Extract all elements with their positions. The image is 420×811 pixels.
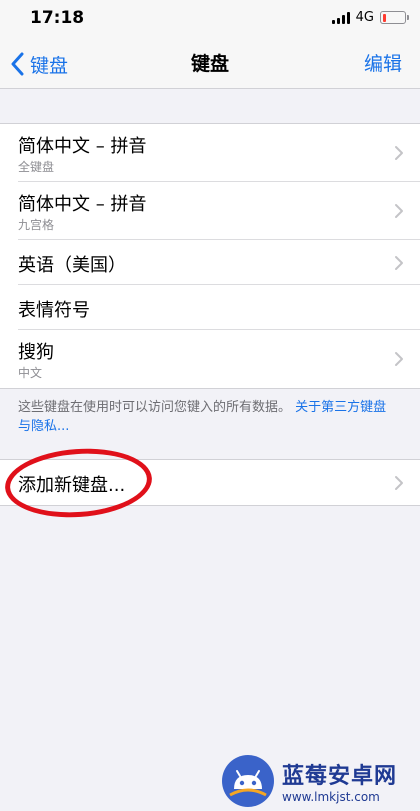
watermark: 蓝莓安卓网 www.lmkjst.com bbox=[222, 753, 420, 809]
status-time: 17:18 bbox=[30, 8, 85, 28]
watermark-name: 蓝莓安卓网 bbox=[282, 764, 398, 789]
keyboard-title: 表情符号 bbox=[18, 300, 90, 321]
chevron-right-icon bbox=[395, 475, 403, 490]
page-title: 键盘 bbox=[190, 53, 229, 75]
keyboard-title: 简体中文 – 拼音 bbox=[18, 194, 147, 215]
chevron-right-icon bbox=[395, 352, 403, 366]
chevron-right-icon bbox=[395, 204, 403, 218]
network-label: 4G bbox=[355, 10, 374, 25]
edit-button[interactable]: 编辑 bbox=[364, 40, 402, 88]
keyboard-subtitle: 全键盘 bbox=[18, 160, 55, 174]
android-logo-icon bbox=[222, 755, 274, 807]
keyboard-title: 简体中文 – 拼音 bbox=[18, 136, 147, 157]
signal-icon bbox=[331, 11, 350, 24]
keyboard-list: 简体中文 – 拼音 全键盘 简体中文 – 拼音 九宫格 英语（美国） 表情符号 … bbox=[0, 123, 420, 389]
keyboard-subtitle: 中文 bbox=[18, 366, 43, 380]
keyboard-row-pinyin-9key[interactable]: 简体中文 – 拼音 九宫格 bbox=[0, 182, 420, 240]
status-bar: 17:18 4G bbox=[0, 0, 420, 40]
keyboard-row-sogou[interactable]: 搜狗 中文 bbox=[0, 330, 420, 388]
keyboard-row-pinyin-full[interactable]: 简体中文 – 拼音 全键盘 bbox=[0, 124, 420, 182]
status-indicators: 4G bbox=[331, 10, 409, 25]
chevron-right-icon bbox=[395, 255, 403, 270]
navigation-bar: 键盘 键盘 编辑 bbox=[0, 40, 420, 89]
keyboard-subtitle: 九宫格 bbox=[18, 218, 55, 232]
chevron-right-icon bbox=[395, 146, 403, 160]
keyboard-row-english[interactable]: 英语（美国） bbox=[0, 240, 420, 285]
battery-icon bbox=[380, 11, 409, 24]
keyboard-title: 英语（美国） bbox=[18, 255, 126, 276]
keyboard-title: 搜狗 bbox=[18, 342, 54, 363]
watermark-url: www.lmkjst.com bbox=[282, 790, 380, 804]
privacy-note-text: 这些键盘在使用时可以访问您键入的所有数据。 bbox=[18, 400, 292, 415]
privacy-note: 这些键盘在使用时可以访问您键入的所有数据。 关于第三方键盘与隐私... bbox=[18, 398, 398, 436]
highlight-circle bbox=[2, 443, 155, 523]
keyboard-row-emoji[interactable]: 表情符号 bbox=[0, 285, 420, 330]
